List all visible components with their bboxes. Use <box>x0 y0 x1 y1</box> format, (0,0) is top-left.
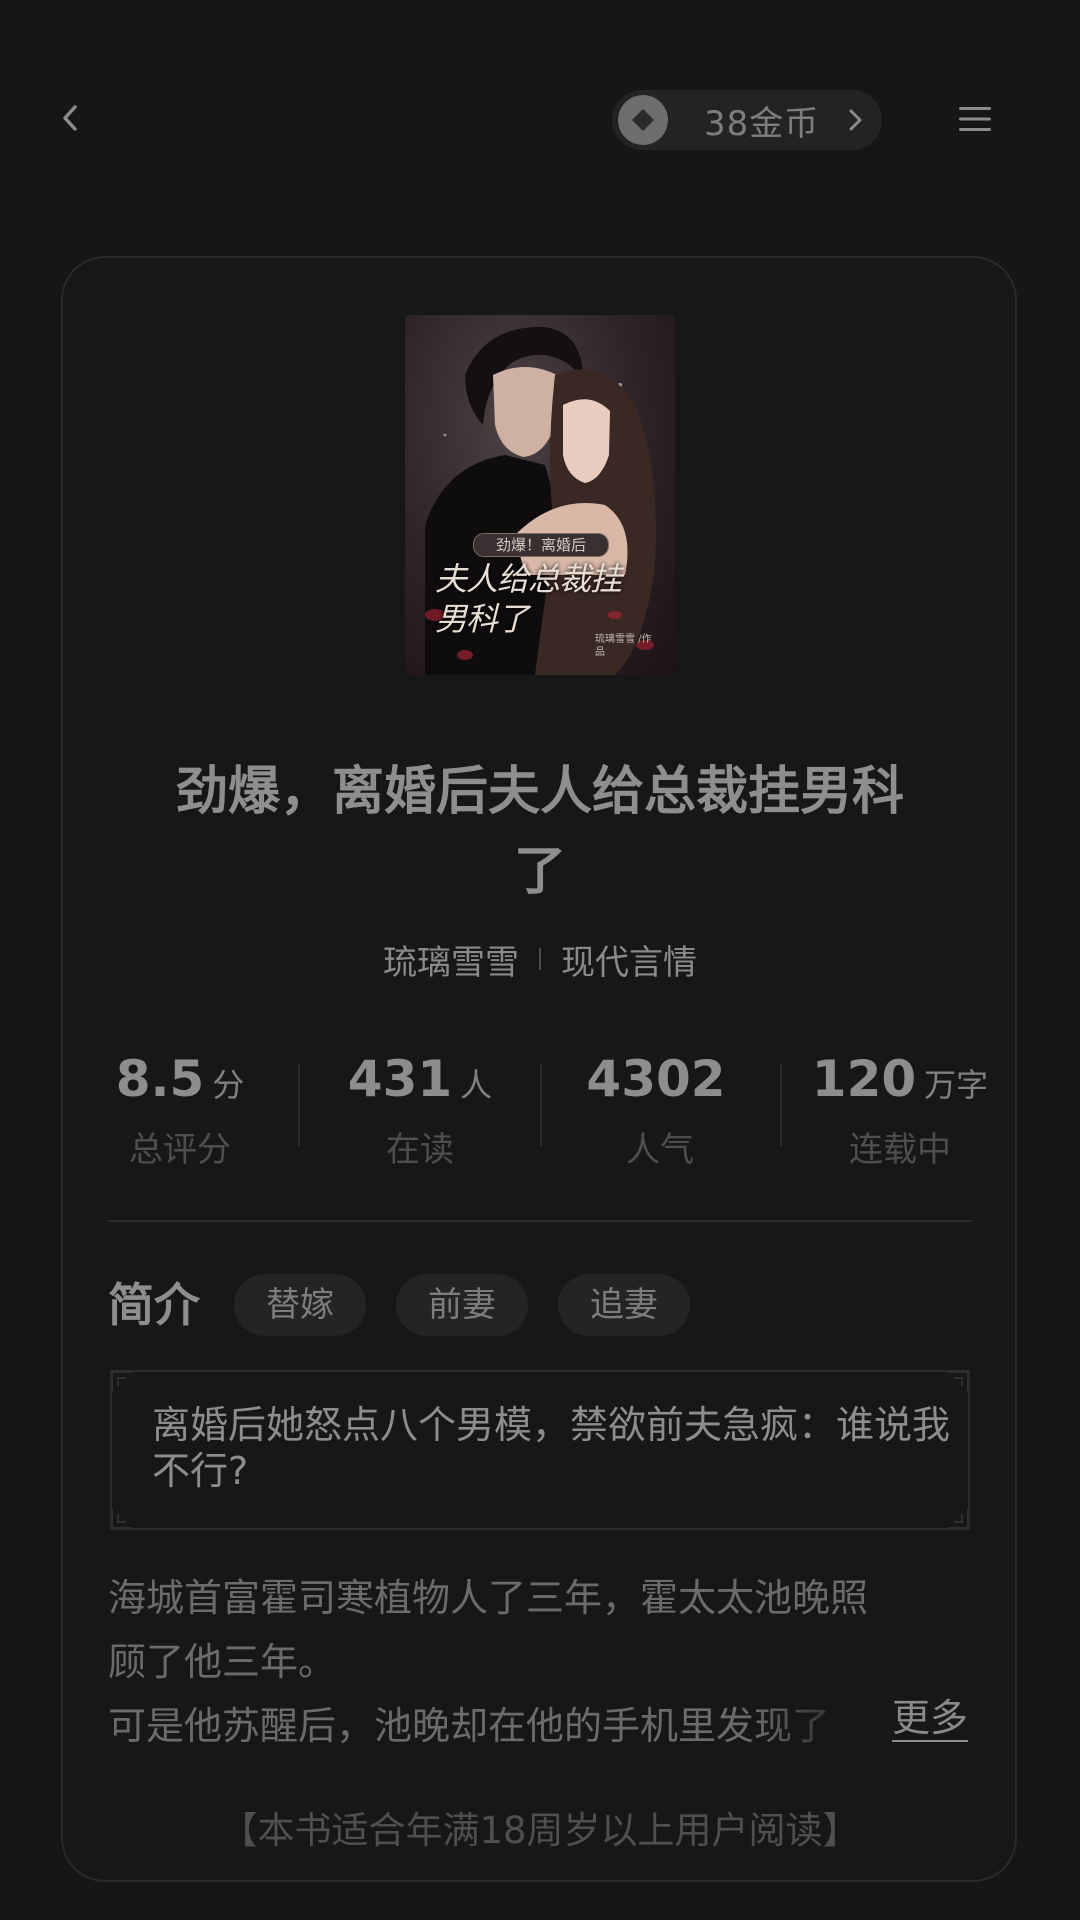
tag-chip[interactable]: 追妻 <box>558 1274 690 1336</box>
ornament-corner-icon <box>948 1508 969 1529</box>
more-link[interactable]: 更多 <box>892 1696 969 1742</box>
stat-unit: 人 <box>460 1066 493 1104</box>
tag-chip[interactable]: 前妻 <box>396 1274 528 1336</box>
coin-icon <box>618 95 668 145</box>
cover-tagline: 劲爆！离婚后 <box>473 533 609 557</box>
ornament-corner-icon <box>111 1508 132 1529</box>
stat-label: 连载中 <box>849 1130 951 1170</box>
description-line: 海城首富霍司寒植物人了三年，霍太太池晚照 <box>108 1576 869 1620</box>
stat-readers: 431 人 在读 <box>300 1050 540 1171</box>
coin-balance-label: 38金币 <box>704 103 820 144</box>
cover-author-art: 琉璃雪雪 /作品 <box>595 634 652 658</box>
chevron-right-icon <box>849 109 862 131</box>
stat-label: 在读 <box>386 1130 454 1170</box>
description-line: 顾了他三年。 <box>108 1640 337 1684</box>
stat-value: 8.5 <box>115 1050 205 1108</box>
author-name[interactable]: 琉璃雪雪 <box>383 935 519 984</box>
stat-popularity: 4302 人气 <box>540 1050 780 1171</box>
ornament-corner-icon <box>948 1371 969 1392</box>
stat-rating: 8.5 分 总评分 <box>60 1050 300 1171</box>
stat-label: 人气 <box>626 1130 694 1170</box>
meta-divider <box>539 948 541 970</box>
top-bar: 38金币 <box>0 0 1080 240</box>
ornament-corner-icon <box>111 1371 132 1392</box>
stat-word-count: 120 万字 连载中 <box>780 1050 1020 1171</box>
stat-unit: 分 <box>212 1066 245 1104</box>
tag-chip[interactable]: 替嫁 <box>234 1274 366 1336</box>
genre-label[interactable]: 现代言情 <box>561 935 697 984</box>
hamburger-menu-icon <box>959 107 991 131</box>
book-title: 劲爆，离婚后夫人给总裁挂男科了 <box>175 762 904 902</box>
stat-unit: 万字 <box>924 1066 989 1104</box>
intro-heading: 简介 <box>108 1278 200 1332</box>
intro-quote: 离婚后她怒点八个男模，禁欲前夫急疯：谁说我不行? <box>152 1403 951 1493</box>
book-meta: 琉璃雪雪 现代言情 <box>160 934 920 984</box>
stat-value: 120 <box>811 1050 917 1108</box>
book-cover[interactable]: 劲爆！离婚后 夫人给总裁挂男科了 琉璃雪雪 /作品 <box>405 315 675 675</box>
back-button[interactable] <box>48 96 92 140</box>
stat-value: 431 <box>347 1050 453 1108</box>
section-divider <box>108 1220 972 1222</box>
age-rating-note: 【本书适合年满18周岁以上用户阅读】 <box>220 1809 860 1852</box>
coin-balance-button[interactable]: 38金币 <box>612 90 882 150</box>
menu-button[interactable] <box>950 96 1000 142</box>
stat-value: 4302 <box>586 1050 726 1108</box>
description-line: 可是他苏醒后，池晚却在他的手机里发现了 <box>108 1704 831 1748</box>
quote-box: 离婚后她怒点八个男模，禁欲前夫急疯：谁说我不行? <box>110 1370 970 1530</box>
cover-title-art: 夫人给总裁挂男科了 <box>435 560 622 638</box>
chevron-left-icon <box>63 105 77 131</box>
intro-description: 海城首富霍司寒植物人了三年，霍太太池晚照 顾了他三年。 可是他苏醒后，池晚却在他… <box>108 1566 968 1758</box>
stat-label: 总评分 <box>129 1130 231 1170</box>
